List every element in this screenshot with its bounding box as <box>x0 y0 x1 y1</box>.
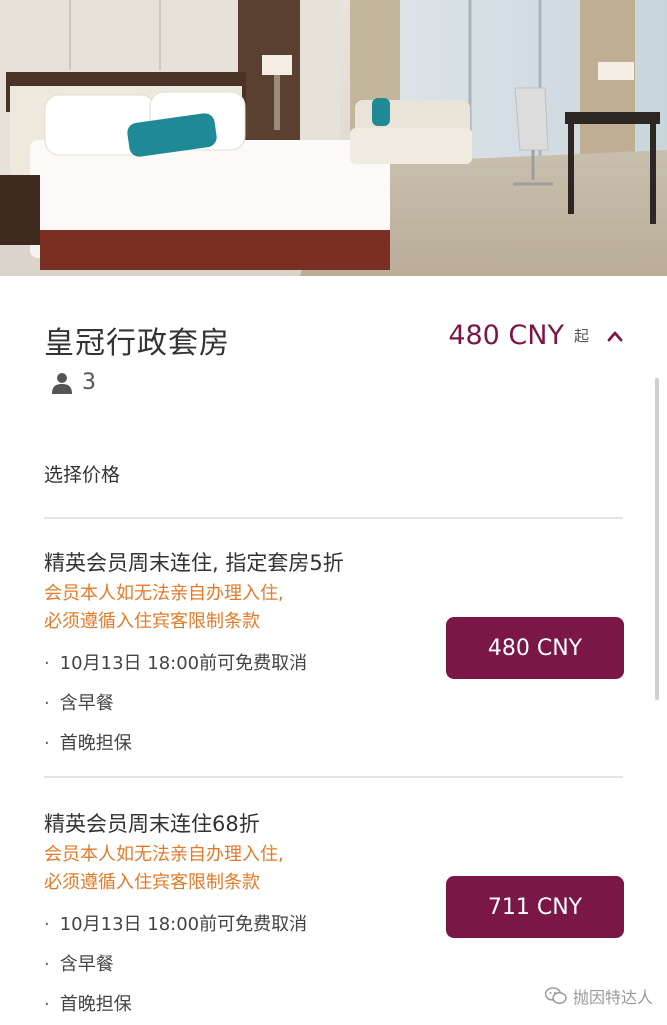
select-price-label: 选择价格 <box>44 464 121 486</box>
rate-option: 精英会员周末连住, 指定套房5折 会员本人如无法亲自办理入住, 必须遵循入住宾客… <box>44 549 624 759</box>
condition-text: 含早餐 <box>59 693 114 714</box>
condition-breakfast: · 含早餐 <box>44 684 624 724</box>
room-photo <box>0 0 667 276</box>
price-summary-toggle[interactable]: 480 CNY 起 <box>448 320 623 351</box>
watermark-text: 抛因特达人 <box>572 988 653 1007</box>
select-rate-button[interactable]: 711 CNY <box>446 876 624 938</box>
condition-text: 含早餐 <box>59 954 114 975</box>
room-name: 皇冠行政套房 <box>44 326 230 361</box>
condition-text: 10月13日 18:00前可免费取消 <box>59 653 308 674</box>
bullet: · <box>44 733 50 754</box>
select-rate-button[interactable]: 480 CNY <box>446 617 624 679</box>
wechat-icon <box>544 987 567 1004</box>
divider <box>44 776 623 778</box>
watermark: 抛因特达人 <box>544 984 653 1008</box>
rate-name: 精英会员周末连住, 指定套房5折 <box>44 551 344 575</box>
bullet: · <box>44 914 50 935</box>
bullet: · <box>44 693 50 714</box>
condition-guarantee: · 首晚担保 <box>44 985 624 1025</box>
person-icon <box>52 372 72 394</box>
bullet: · <box>44 954 50 975</box>
bullet: · <box>44 653 50 674</box>
divider <box>44 517 623 519</box>
rate-option: 精英会员周末连住68折 会员本人如无法亲自办理入住, 必须遵循入住宾客限制条款 … <box>44 810 624 1020</box>
bullet: · <box>44 994 50 1015</box>
condition-text: 首晚担保 <box>59 994 132 1015</box>
rate-notice-line: 会员本人如无法亲自办理入住, <box>44 583 284 604</box>
chevron-up-icon[interactable] <box>607 330 623 342</box>
guest-capacity: 3 <box>52 370 96 395</box>
condition-text: 10月13日 18:00前可免费取消 <box>59 914 308 935</box>
condition-breakfast: · 含早餐 <box>44 945 624 985</box>
scrollbar[interactable] <box>655 378 659 700</box>
condition-text: 首晚担保 <box>59 733 132 754</box>
rate-notice-line: 会员本人如无法亲自办理入住, <box>44 844 284 865</box>
guest-count: 3 <box>82 370 96 395</box>
price-from-suffix: 起 <box>573 327 589 345</box>
price-from-amount: 480 CNY <box>448 320 564 351</box>
condition-guarantee: · 首晚担保 <box>44 724 624 764</box>
rate-name: 精英会员周末连住68折 <box>44 812 260 836</box>
